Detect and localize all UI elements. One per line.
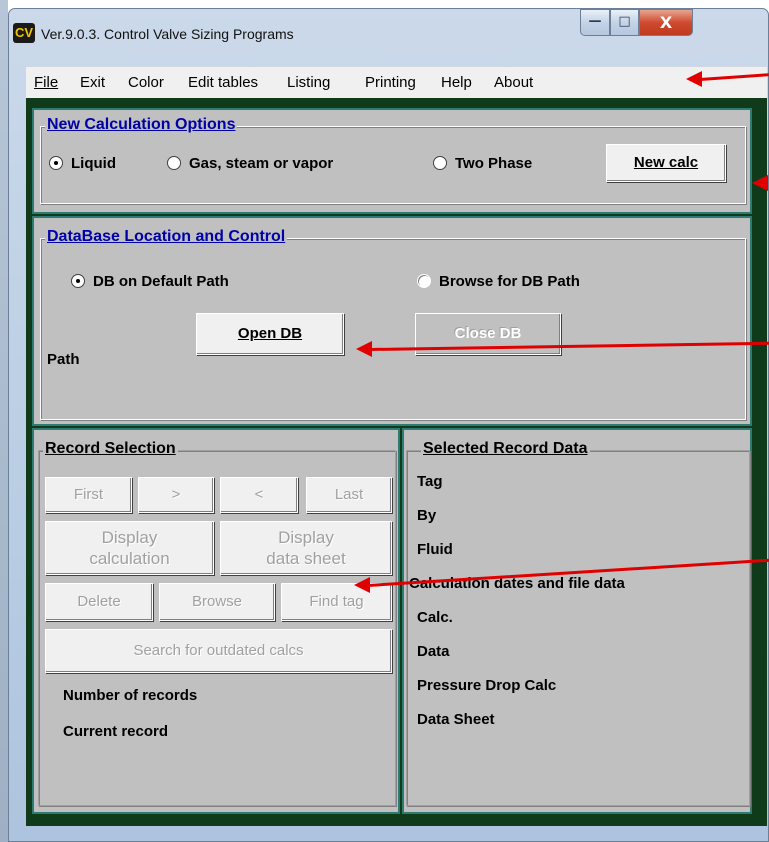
find-tag-button[interactable]: Find tag [281, 583, 392, 621]
current-record-label: Current record [63, 723, 169, 740]
radio-default-db-path[interactable]: DB on Default Path [71, 273, 229, 290]
next-record-button[interactable]: > [138, 477, 214, 513]
new-calculation-title: New Calculation Options [45, 116, 238, 134]
radio-two-phase-label: Two Phase [455, 155, 533, 172]
minimize-button[interactable]: — [580, 9, 610, 36]
display-data-sheet-line2: data sheet [266, 549, 346, 568]
browse-button[interactable]: Browse [159, 583, 275, 621]
menu-printing[interactable]: Printing [365, 74, 416, 91]
radio-default-db-path-dot [71, 274, 85, 288]
menu-listing[interactable]: Listing [287, 74, 330, 91]
background-window-edge [0, 0, 8, 842]
menu-color[interactable]: Color [128, 74, 164, 91]
new-calculation-section: New Calculation Options Liquid Gas, stea… [32, 108, 752, 214]
tag-label: Tag [417, 473, 443, 490]
calc-date-label: Calc. [417, 609, 453, 626]
number-of-records-label: Number of records [63, 687, 198, 704]
display-data-sheet-button[interactable]: Display data sheet [220, 521, 392, 575]
title-bar[interactable]: CV Ver.9.0.3. Control Valve Sizing Progr… [9, 9, 768, 61]
database-group: DataBase Location and Control DB on Defa… [40, 228, 746, 420]
selected-record-group: Selected Record Data Tag By Fluid Calcul… [406, 440, 750, 806]
data-sheet-arrow-head [354, 577, 370, 593]
radio-browse-db-path-label: Browse for DB Path [439, 273, 580, 290]
menu-help[interactable]: Help [441, 74, 472, 91]
display-calculation-line1: Display [101, 528, 158, 547]
record-selection-group: Record Selection First > < Last Display … [38, 440, 396, 806]
menu-file-label: File [34, 74, 59, 91]
maximize-button[interactable]: □ [610, 9, 639, 36]
first-record-button[interactable]: First [45, 477, 132, 513]
by-label: By [417, 507, 437, 524]
radio-gas-label: Gas, steam or vapor [189, 155, 334, 172]
menu-file[interactable]: File [34, 74, 58, 91]
radio-default-db-path-label: DB on Default Path [93, 273, 229, 290]
radio-browse-db-path[interactable]: Browse for DB Path [417, 273, 580, 290]
menu-arrow-head [686, 71, 702, 87]
radio-two-phase-dot [433, 156, 447, 170]
selected-record-title: Selected Record Data [421, 440, 590, 458]
previous-record-button[interactable]: < [220, 477, 298, 513]
fluid-label: Fluid [417, 541, 453, 558]
display-calculation-button[interactable]: Display calculation [45, 521, 214, 575]
radio-gas[interactable]: Gas, steam or vapor [167, 155, 333, 172]
pressure-drop-calc-label: Pressure Drop Calc [417, 677, 557, 694]
radio-liquid-label: Liquid [71, 155, 116, 172]
window-title: Ver.9.0.3. Control Valve Sizing Programs [41, 26, 294, 42]
search-outdated-calcs-button[interactable]: Search for outdated calcs [45, 629, 392, 673]
path-label: Path [47, 351, 80, 368]
open-db-button[interactable]: Open DB [196, 313, 344, 355]
last-record-button[interactable]: Last [306, 477, 392, 513]
radio-gas-dot [167, 156, 181, 170]
radio-liquid[interactable]: Liquid [49, 155, 116, 172]
data-date-label: Data [417, 643, 450, 660]
radio-browse-db-path-dot [417, 274, 431, 288]
radio-liquid-dot [49, 156, 63, 170]
database-title: DataBase Location and Control [45, 228, 288, 246]
new-calc-button[interactable]: New calc [606, 144, 726, 182]
menu-exit[interactable]: Exit [80, 74, 105, 91]
database-section: DataBase Location and Control DB on Defa… [32, 216, 752, 426]
record-selection-title: Record Selection [43, 440, 178, 458]
open-db-button-label: Open DB [237, 325, 303, 342]
menu-edit-tables[interactable]: Edit tables [188, 74, 258, 91]
record-selection-section: Record Selection First > < Last Display … [32, 428, 400, 814]
new-calc-button-label: New calc [633, 154, 699, 171]
menu-bar: File Exit Color Edit tables Listing Prin… [26, 66, 767, 98]
display-calculation-line2: calculation [89, 549, 170, 568]
delete-button[interactable]: Delete [45, 583, 153, 621]
app-icon[interactable]: CV [13, 23, 35, 43]
radio-two-phase[interactable]: Two Phase [433, 155, 532, 172]
open-db-arrow-head [356, 341, 372, 357]
data-sheet-label: Data Sheet [417, 711, 495, 728]
selected-record-section: Selected Record Data Tag By Fluid Calcul… [402, 428, 752, 814]
close-button[interactable]: X [639, 9, 693, 36]
menu-about[interactable]: About [494, 74, 533, 91]
new-calc-arrow-head [752, 175, 768, 191]
client-area: New Calculation Options Liquid Gas, stea… [26, 98, 767, 826]
display-data-sheet-line1: Display [278, 528, 334, 547]
new-calculation-group: New Calculation Options Liquid Gas, stea… [40, 116, 746, 204]
